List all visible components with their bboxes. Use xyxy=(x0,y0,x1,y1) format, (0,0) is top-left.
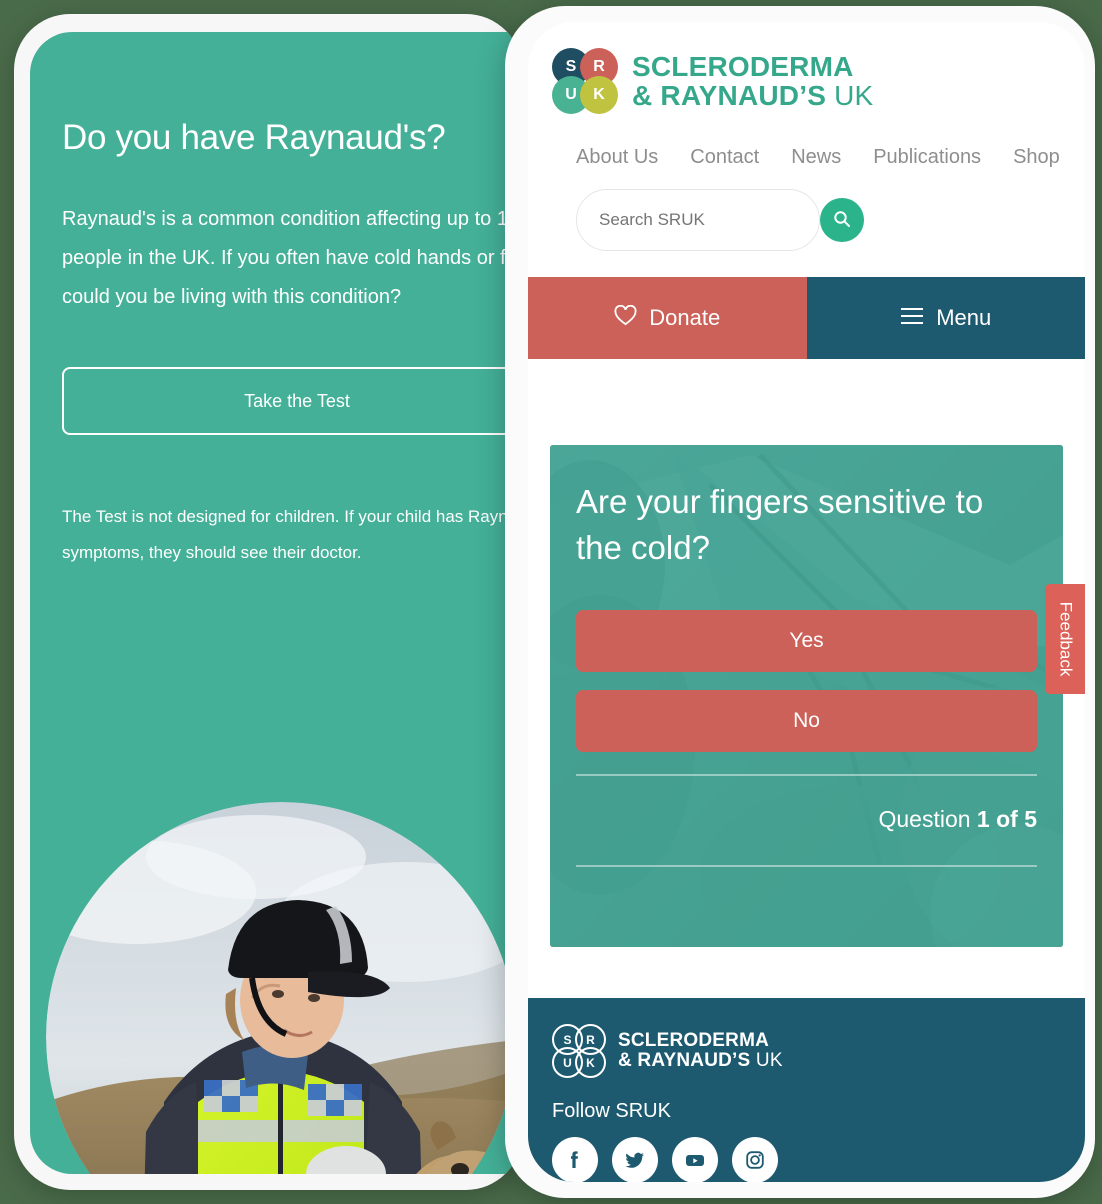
answer-yes-button[interactable]: Yes xyxy=(576,610,1037,673)
quiz-divider-top xyxy=(576,774,1037,777)
action-bar-row: Donate Menu xyxy=(528,277,1085,359)
footer-logo-dots: S R U K xyxy=(552,1024,606,1078)
screenshot-stage: Do you have Raynaud's? Raynaud's is a co… xyxy=(0,0,1102,1204)
question-counter-prefix: Question xyxy=(878,806,977,833)
quiz-divider-bottom xyxy=(576,865,1037,868)
youtube-icon[interactable] xyxy=(672,1137,718,1182)
search-box[interactable] xyxy=(576,189,864,251)
intro-paragraph: Raynaud's is a common condition affectin… xyxy=(62,208,522,309)
search-submit-button[interactable] xyxy=(820,198,864,242)
footer-logo-line-2-bold: & RAYNAUD’S xyxy=(618,1050,751,1071)
hamburger-icon xyxy=(900,305,924,331)
footer-logo-line-2-uk: UK xyxy=(755,1050,783,1071)
search-input[interactable] xyxy=(599,210,820,230)
logo-line-2: & RAYNAUD’S UK xyxy=(632,81,873,110)
sruk-logo-dots: S R U K xyxy=(552,48,618,114)
sruk-logo-wordmark: SCLERODERMA & RAYNAUD’S UK xyxy=(632,52,873,110)
site-header: S R U K SCLERODERMA & RAYNAUD’S UK About… xyxy=(528,22,1085,251)
logo-line-1: SCLERODERMA xyxy=(632,50,854,82)
follow-label: Follow SRUK xyxy=(552,1100,671,1122)
take-the-test-button[interactable]: Take the Test xyxy=(62,367,522,436)
primary-nav: About Us Contact News Publications Shop xyxy=(552,114,1085,169)
feedback-tab-label: Feedback xyxy=(1056,601,1076,677)
quiz-card: Are your fingers sensitive to the cold? … xyxy=(550,445,1063,947)
footer-logo-wordmark: SCLERODERMA & RAYNAUD’S UK xyxy=(618,1029,783,1071)
rider-with-dog-photo xyxy=(46,802,516,1174)
nav-item-shop[interactable]: Shop xyxy=(1013,146,1060,169)
facebook-icon[interactable] xyxy=(552,1137,598,1182)
site-footer: S R U K SCLERODERMA & RAYNAUD’S UK Follo… xyxy=(528,998,1085,1182)
nav-item-publications[interactable]: Publications xyxy=(873,146,981,169)
left-phone-mockup: Do you have Raynaud's? Raynaud's is a co… xyxy=(14,14,522,1190)
donate-label: Donate xyxy=(649,305,721,330)
left-phone-screen: Do you have Raynaud's? Raynaud's is a co… xyxy=(30,32,522,1174)
quiz-question-text: Are your fingers sensitive to the cold? xyxy=(576,483,984,566)
quiz-section: Are your fingers sensitive to the cold? … xyxy=(528,359,1085,947)
footer-logo-dot-k: K xyxy=(575,1047,606,1078)
logo-dot-k: K xyxy=(580,76,618,114)
social-links xyxy=(552,1137,1085,1182)
page-title: Do you have Raynaud's? xyxy=(62,118,446,157)
nav-item-news[interactable]: News xyxy=(791,146,841,169)
nav-item-contact[interactable]: Contact xyxy=(690,146,759,169)
logo-line-2-uk: UK xyxy=(834,80,874,111)
question-counter-value: 1 of 5 xyxy=(976,806,1037,833)
right-phone-mockup: S R U K SCLERODERMA & RAYNAUD’S UK About… xyxy=(505,6,1095,1198)
footer-logo-line-2: & RAYNAUD’S UK xyxy=(618,1050,783,1071)
nav-item-about-us[interactable]: About Us xyxy=(576,146,658,169)
children-disclaimer-note: The Test is not designed for children. I… xyxy=(62,507,522,562)
twitter-icon[interactable] xyxy=(612,1137,658,1182)
sruk-logo[interactable]: S R U K SCLERODERMA & RAYNAUD’S UK xyxy=(552,48,1085,114)
heart-icon xyxy=(614,304,637,332)
donate-button[interactable]: Donate xyxy=(528,277,807,359)
logo-line-2-bold: & RAYNAUD’S xyxy=(632,80,827,111)
answer-no-button[interactable]: No xyxy=(576,690,1037,753)
search-icon xyxy=(832,209,852,232)
menu-button[interactable]: Menu xyxy=(806,277,1085,359)
right-phone-screen: S R U K SCLERODERMA & RAYNAUD’S UK About… xyxy=(528,22,1085,1182)
footer-logo[interactable]: S R U K SCLERODERMA & RAYNAUD’S UK xyxy=(552,1024,1085,1078)
feedback-tab[interactable]: Feedback xyxy=(1045,584,1085,694)
search-area xyxy=(552,169,1085,251)
instagram-icon[interactable] xyxy=(732,1137,778,1182)
menu-label: Menu xyxy=(936,305,992,330)
quiz-content: Are your fingers sensitive to the cold? … xyxy=(550,445,1063,868)
footer-logo-line-1: SCLERODERMA xyxy=(618,1029,770,1051)
raynauds-intro-panel: Do you have Raynaud's? Raynaud's is a co… xyxy=(30,32,522,571)
question-counter: Question 1 of 5 xyxy=(576,806,1037,833)
